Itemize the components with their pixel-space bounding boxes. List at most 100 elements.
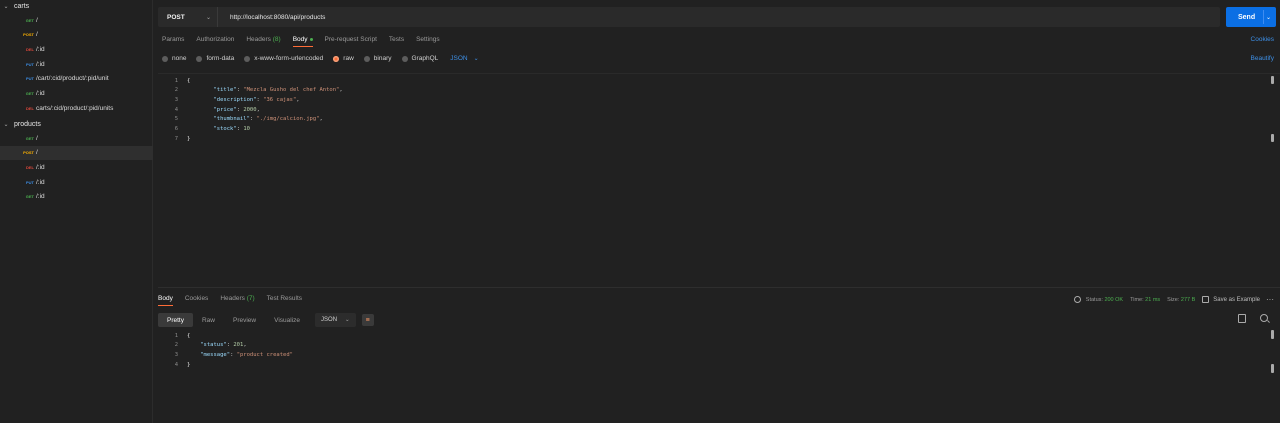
sidebar-request-item[interactable]: PUT/:id [0, 57, 153, 71]
response-meta: Status: 200 OK Time: 21 ms Size: 277 B S… [1073, 295, 1274, 304]
sidebar-request-item[interactable]: DEL/:id [0, 42, 153, 56]
body-type-x-www-form-urlencoded[interactable]: x-www-form-urlencoded [244, 55, 323, 62]
chevron-down-icon[interactable]: ⌄ [1, 3, 11, 10]
body-format-label: JSON [450, 55, 468, 62]
response-tab-cookies[interactable]: Cookies [185, 295, 208, 302]
sidebar-request-item[interactable]: POST / [0, 145, 153, 160]
body-type-none[interactable]: none [162, 55, 186, 62]
body-type-graphql[interactable]: GraphQL [401, 55, 438, 62]
line-number: 1 [174, 77, 178, 84]
tab-settings[interactable]: Settings [416, 36, 440, 43]
editor-scrollbar[interactable] [1271, 76, 1274, 84]
tab-tests[interactable]: Tests [389, 36, 404, 43]
view-tab-pretty[interactable]: Pretty [158, 313, 193, 327]
folder-name: carts [14, 2, 30, 10]
sidebar-request-item[interactable]: PUT/cart/:cid/product/:pid/unit [0, 72, 153, 86]
size-label: Size: [1167, 296, 1180, 303]
view-tab-raw[interactable]: Raw [193, 313, 224, 327]
request-path: /:id [36, 90, 45, 97]
status-metric[interactable]: Status: 200 OK [1086, 297, 1123, 303]
view-tab-visualize[interactable]: Visualize [265, 313, 309, 327]
copy-icon[interactable] [1238, 314, 1246, 323]
code-line: 5 "thumbnail": "./img/calcion.jpg", [158, 115, 1258, 124]
radio-icon [244, 55, 251, 62]
status-value: 200 OK [1104, 296, 1124, 303]
method-badge: POST [23, 32, 34, 38]
tab-body[interactable]: Body [292, 36, 313, 47]
line-number: 4 [174, 106, 178, 113]
tab-pre-request-script[interactable]: Pre-request Script [325, 36, 377, 43]
sidebar-request-item[interactable]: PUT/:id [0, 175, 153, 189]
request-body-editor[interactable]: 1{2 "title": "Mezcla Gusho del chef Anto… [158, 73, 1280, 288]
code-text: "message": "product created" [200, 351, 293, 358]
code-text: { [187, 77, 191, 84]
chevron-down-icon: ⌄ [205, 14, 211, 21]
save-as-example-button[interactable]: Save as Example [1202, 296, 1260, 303]
more-options-icon[interactable]: ··· [1266, 295, 1274, 304]
editor-scrollbar-marker [1271, 134, 1274, 142]
response-tab-body[interactable]: Body [158, 295, 173, 306]
send-button[interactable]: Send ⌄ [1226, 7, 1276, 27]
sidebar-request-item[interactable]: DEL/:id [0, 160, 153, 174]
method-select[interactable]: POST ⌄ [158, 7, 218, 27]
body-type-binary[interactable]: binary [363, 55, 392, 62]
request-path: / [36, 149, 38, 157]
sidebar-request-item[interactable]: GET/:id [0, 87, 153, 101]
request-path: /:id [36, 193, 45, 201]
response-tab-test-results[interactable]: Test Results [267, 295, 302, 302]
sidebar-folder[interactable]: ⌄ carts [0, 0, 153, 12]
wrap-lines-icon[interactable]: ≡ [361, 314, 374, 326]
code-line: 1{ [158, 76, 1258, 85]
sidebar-request-item[interactable]: GET / [0, 13, 153, 27]
tab-authorization[interactable]: Authorization [196, 36, 234, 43]
line-number: 4 [174, 361, 178, 368]
request-path: /:id [36, 178, 45, 186]
time-metric[interactable]: Time: 21 ms [1130, 297, 1160, 303]
view-tab-preview[interactable]: Preview [224, 313, 265, 327]
response-format-select[interactable]: JSON ⌄ [315, 313, 356, 327]
body-type-raw[interactable]: raw [333, 55, 354, 62]
sidebar-request-item[interactable]: DEL carts/:cid/product/:pid/units [0, 101, 153, 115]
send-divider [1263, 10, 1264, 24]
line-number: 7 [174, 135, 178, 142]
response-view-bar: Pretty Raw Preview Visualize JSON ⌄ ≡ [158, 312, 1280, 328]
sidebar-request-item[interactable]: GET/:id [0, 190, 153, 204]
size-metric[interactable]: Size: 277 B [1167, 297, 1195, 303]
radio-icon [333, 55, 340, 62]
request-workspace: POST ⌄ Send ⌄ Params Authorization Headers… [154, 0, 1280, 423]
response-tab-headers[interactable]: Headers (7) [220, 295, 254, 302]
code-line: 3 "description": "36 cajas", [158, 95, 1258, 104]
body-type-form-data[interactable]: form-data [196, 55, 234, 62]
radio-icon [196, 55, 203, 62]
tab-headers[interactable]: Headers (8) [246, 36, 280, 43]
sidebar-request-item[interactable]: POST / [0, 28, 153, 42]
response-scrollbar[interactable] [1271, 330, 1274, 339]
chevron-down-icon[interactable]: ⌄ [1266, 14, 1271, 21]
body-format-select[interactable]: JSON ⌄ [450, 55, 478, 62]
beautify-link[interactable]: Beautify [1251, 55, 1275, 62]
line-number: 6 [174, 126, 178, 132]
code-line: 4} [158, 360, 1258, 369]
sidebar-request-item[interactable]: GET / [0, 131, 153, 145]
url-input[interactable] [230, 13, 1130, 21]
request-path: /cart/:cid/product/:pid/unit [36, 75, 109, 83]
radio-label: none [172, 55, 187, 62]
tab-params[interactable]: Params [162, 36, 184, 43]
request-tabs: Params Authorization Headers (8) Body Pre-re… [162, 36, 452, 47]
chevron-down-icon[interactable]: ⌄ [1, 121, 11, 128]
line-number: 2 [174, 342, 178, 349]
globe-icon[interactable] [1073, 296, 1081, 303]
response-format-label: JSON [321, 317, 338, 323]
cookies-link[interactable]: Cookies [1251, 36, 1274, 43]
chevron-down-icon: ⌄ [473, 56, 479, 62]
response-tabs: Body Cookies Headers (7) Test Results [158, 295, 314, 306]
view-tabs: Pretty Raw Preview Visualize [158, 313, 309, 327]
sidebar-folder[interactable]: ⌄ products [0, 118, 153, 130]
method-badge: PUT [26, 61, 34, 67]
request-path: /:id [36, 60, 45, 68]
radio-label: x-www-form-urlencoded [254, 55, 324, 62]
request-path: / [36, 16, 38, 24]
search-icon[interactable] [1260, 314, 1268, 322]
method-badge: PUT [26, 76, 34, 82]
code-text: "stock": 10 [213, 126, 250, 132]
